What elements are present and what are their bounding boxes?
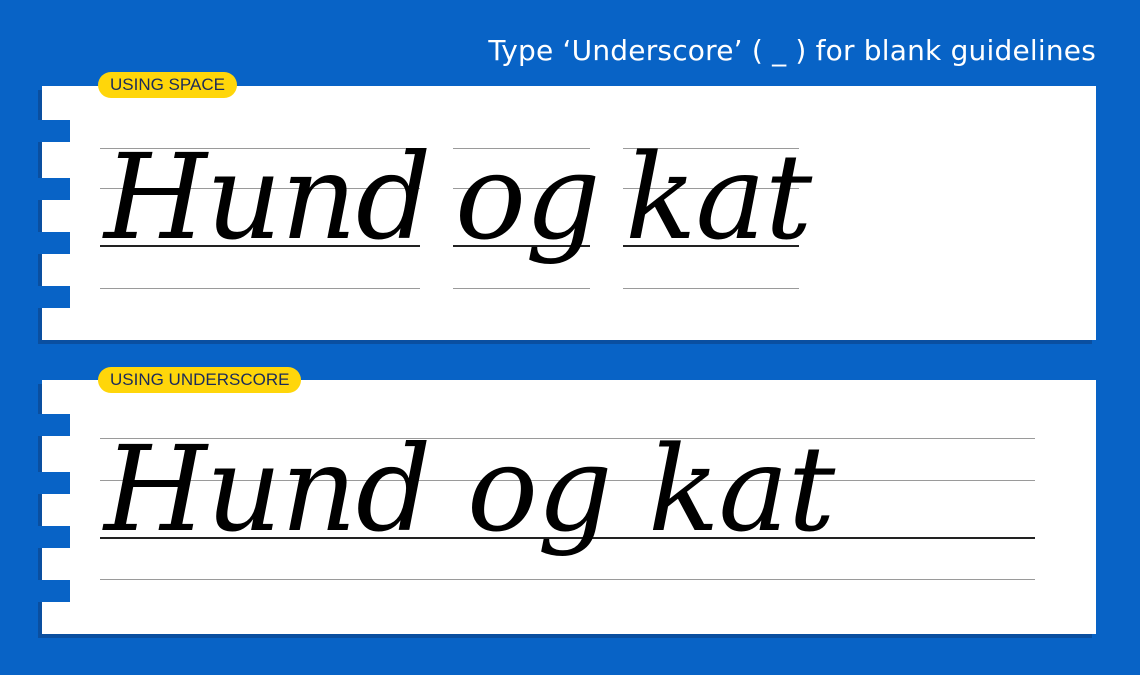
badge-using-space: USING SPACE: [98, 72, 237, 98]
binder-tab: [38, 414, 70, 436]
cursive-word-kat: kat: [625, 128, 812, 266]
binder-tab: [38, 580, 70, 602]
cursive-word-hund: Hund: [104, 128, 431, 266]
cursive-text-hund-og-kat: Hund og kat: [104, 420, 835, 558]
instruction-text: Type ‘Underscore’ ( _ ) for blank guidel…: [488, 34, 1096, 67]
badge-using-underscore: USING UNDERSCORE: [98, 367, 302, 393]
binder-tab: [38, 472, 70, 494]
binder-tab: [38, 178, 70, 200]
binder-tab: [38, 286, 70, 308]
cursive-word-og: og: [455, 128, 601, 266]
binder-tab: [38, 120, 70, 142]
binder-tab: [38, 526, 70, 548]
binder-tab: [38, 232, 70, 254]
